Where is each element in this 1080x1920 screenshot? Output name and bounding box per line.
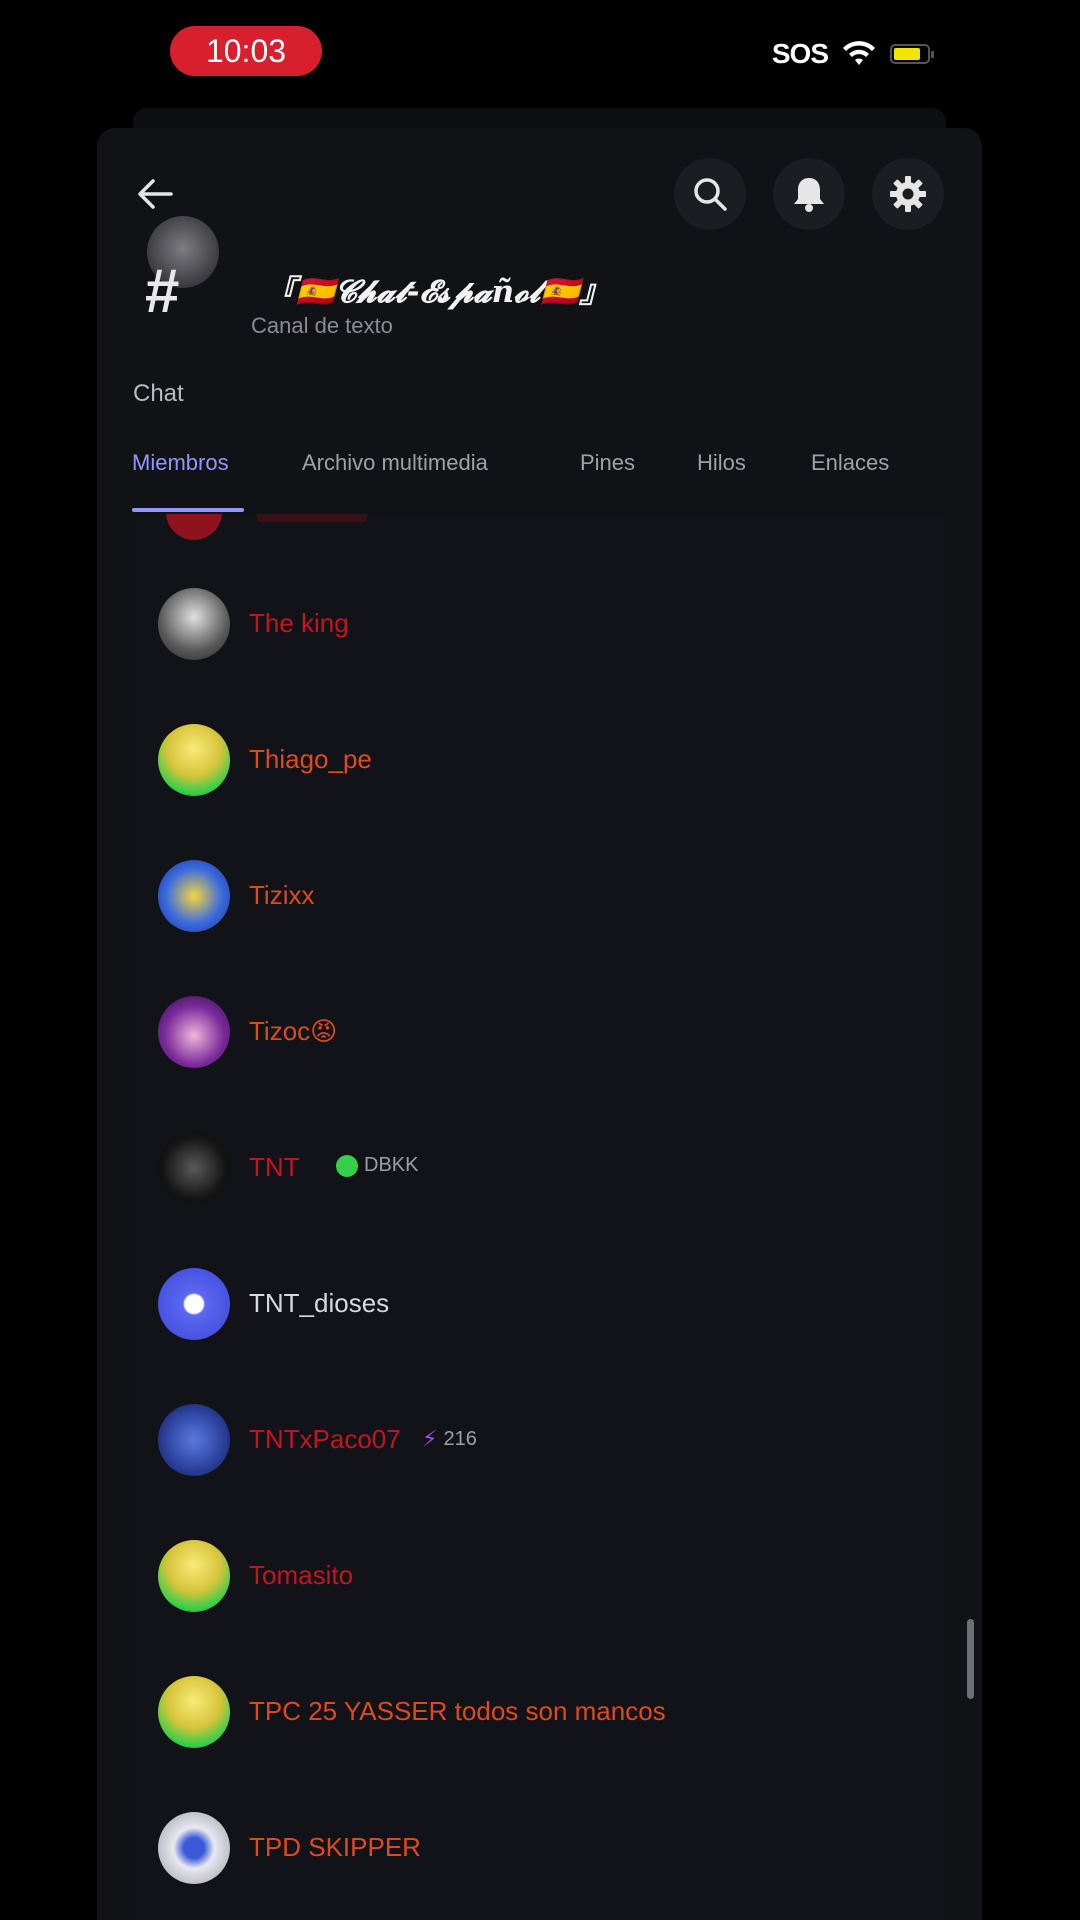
member-tag: DBKK — [336, 1154, 418, 1177]
member-name: TPD SKIPPER — [249, 1832, 421, 1862]
tab-enlaces[interactable]: Enlaces — [811, 450, 889, 476]
avatar — [158, 1812, 230, 1884]
list-item[interactable]: Tizoc😡 — [132, 964, 947, 1100]
channel-avatar: # — [133, 216, 223, 336]
back-arrow-icon[interactable] — [131, 170, 179, 218]
avatar — [158, 1404, 230, 1476]
status-bar: 10:03 SOS — [0, 0, 1080, 110]
gear-icon — [890, 176, 926, 212]
member-name: TNT_dioses — [249, 1288, 390, 1318]
hash-icon: # — [145, 257, 180, 326]
active-tab-indicator — [132, 508, 244, 512]
avatar — [158, 1540, 230, 1612]
list-item-partial — [132, 514, 947, 544]
avatar — [158, 1268, 230, 1340]
member-list[interactable]: The king Thiago_pe Tizixx Tizoc😡 TNT DBK… — [97, 514, 982, 1920]
list-item[interactable]: TPD SKIPPER — [132, 1780, 947, 1916]
member-name: TPC 25 YASSER todos son mancos — [249, 1696, 666, 1726]
member-tag: ⚡ 216 — [422, 1426, 477, 1452]
tab-archivo-multimedia[interactable]: Archivo multimedia — [302, 450, 488, 476]
member-tag-text: DBKK — [364, 1154, 419, 1176]
member-name: TNT — [249, 1152, 300, 1182]
notifications-button[interactable] — [773, 158, 845, 230]
list-item[interactable]: Tizixx — [132, 828, 947, 964]
search-icon — [694, 178, 727, 211]
member-name: The king — [249, 608, 349, 638]
avatar — [158, 1132, 230, 1204]
member-name: TNTxPaco07 — [249, 1424, 401, 1454]
member-name: Tizoc😡 — [249, 1016, 338, 1046]
bolt-icon: ⚡ — [422, 1426, 438, 1451]
channel-title: 『🇪🇸𝓒𝓱𝓪𝓽-𝓔𝓼𝓹𝓪ñ𝓸𝓵🇪🇸』 — [265, 274, 611, 310]
tab-miembros[interactable]: Miembros — [132, 450, 229, 476]
sos-indicator: SOS — [771, 38, 829, 69]
list-item[interactable]: Tomasito — [132, 1508, 947, 1644]
time-pill: 10:03 — [170, 26, 322, 76]
settings-button[interactable] — [872, 158, 944, 230]
list-item[interactable]: The king — [132, 556, 947, 692]
member-name: Tomasito — [249, 1560, 354, 1590]
heart-icon — [336, 1154, 358, 1177]
member-name: Tizixx — [249, 880, 315, 910]
list-item[interactable]: TNTxPaco07 ⚡ 216 — [132, 1372, 947, 1508]
tab-bar: Miembros Archivo multimedia Pines Hilos … — [97, 428, 982, 514]
channel-sheet: # 『🇪🇸𝓒𝓱𝓪𝓽-𝓔𝓼𝓹𝓪ñ𝓸𝓵🇪🇸』 Canal de texto Chat… — [97, 128, 982, 1920]
channel-subtitle: Canal de texto — [251, 313, 393, 338]
section-label: Chat — [133, 380, 184, 407]
member-name: Thiago_pe — [249, 744, 372, 774]
bell-icon — [794, 178, 824, 212]
avatar — [158, 724, 230, 796]
tab-pines[interactable]: Pines — [580, 450, 635, 476]
tab-hilos[interactable]: Hilos — [697, 450, 746, 476]
member-tag-text: 216 — [443, 1427, 477, 1450]
list-item[interactable]: TNT_dioses — [132, 1236, 947, 1372]
scrollbar[interactable] — [967, 1619, 974, 1699]
search-button[interactable] — [674, 158, 746, 230]
avatar — [158, 588, 230, 660]
status-indicators: SOS — [771, 38, 934, 70]
list-item[interactable]: TNT DBKK — [132, 1100, 947, 1236]
avatar — [158, 996, 230, 1068]
avatar — [158, 860, 230, 932]
list-item[interactable]: TPC 25 YASSER todos son mancos — [132, 1644, 947, 1780]
avatar — [158, 1676, 230, 1748]
wifi-icon — [843, 41, 875, 65]
status-time: 10:03 — [205, 32, 287, 69]
battery-icon — [890, 44, 934, 64]
list-item[interactable]: Thiago_pe — [132, 692, 947, 828]
